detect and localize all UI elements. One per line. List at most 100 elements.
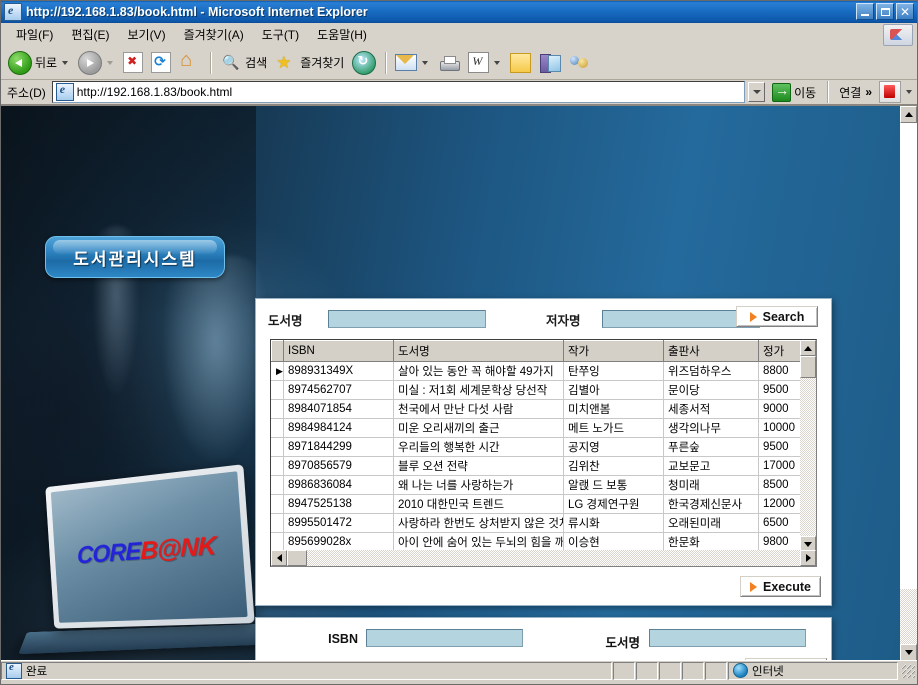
refresh-button[interactable] xyxy=(148,50,174,76)
chevron-down-icon-acrobat[interactable] xyxy=(906,90,912,94)
cell-author[interactable]: 이승현 xyxy=(563,532,664,552)
cell-isbn[interactable]: 8986836084 xyxy=(283,475,394,495)
column-header-isbn[interactable]: ISBN xyxy=(283,340,394,362)
search-button[interactable]: Search xyxy=(736,306,818,327)
address-dropdown-button[interactable] xyxy=(748,82,766,102)
menu-item-tools[interactable]: 도구(T) xyxy=(253,24,308,45)
cell-title[interactable]: 미실 : 저1회 세계문학상 당선작 xyxy=(393,380,564,400)
research-button[interactable] xyxy=(536,50,563,76)
page-scroll-up-button[interactable] xyxy=(900,106,917,123)
cell-publisher[interactable]: 청미래 xyxy=(663,475,759,495)
chevron-down-icon-word[interactable] xyxy=(494,60,501,65)
menu-item-favorites[interactable]: 즐겨찾기(A) xyxy=(175,24,253,45)
cell-author[interactable]: 미치앤봄 xyxy=(563,399,664,419)
search-book-input[interactable] xyxy=(328,310,486,328)
table-row[interactable]: 8995501472 사랑하라 한번도 상처받지 않은 것처럼 류시화 오래된미래 65… xyxy=(271,513,814,533)
cell-author[interactable]: 공지영 xyxy=(563,437,664,457)
cell-isbn[interactable]: 8984071854 xyxy=(283,399,394,419)
cell-publisher[interactable]: 위즈덤하우스 xyxy=(663,361,759,381)
menu-item-file[interactable]: 파일(F) xyxy=(7,24,62,45)
row-selector-cell[interactable] xyxy=(271,437,284,457)
add-button[interactable]: Add xyxy=(745,658,827,660)
cell-publisher[interactable]: 오래된미래 xyxy=(663,513,759,533)
column-header-publisher[interactable]: 출판사 xyxy=(663,340,759,362)
grid-hscroll-thumb[interactable] xyxy=(287,550,307,566)
grid-scroll-up-button[interactable] xyxy=(800,340,816,356)
cell-isbn[interactable]: 895699028x xyxy=(283,532,394,552)
table-row[interactable]: 8986836084 왜 나는 너를 사랑하는가 알랝 드 보통 청미래 8500 xyxy=(271,475,814,495)
address-input[interactable]: http://192.168.1.83/book.html xyxy=(51,81,746,103)
go-button[interactable]: 이동 xyxy=(768,81,820,103)
cell-author[interactable]: 알랝 드 보통 xyxy=(563,475,664,495)
cell-author[interactable]: 김위찬 xyxy=(563,456,664,476)
close-button[interactable]: ✕ xyxy=(896,3,914,20)
chevron-down-icon-forward[interactable] xyxy=(107,60,114,65)
acrobat-icon[interactable] xyxy=(879,81,901,103)
cell-title[interactable]: 우리들의 행복한 시간 xyxy=(393,437,564,457)
row-selector-cell[interactable] xyxy=(271,494,284,514)
table-row[interactable]: 895699028x아이 안에 숨어 있는 두뇌의 힘을 깨우는 법이승현한문화… xyxy=(271,532,814,552)
grid-hscroll-track[interactable] xyxy=(307,550,800,566)
grid-scroll-right-button[interactable] xyxy=(800,550,816,566)
cell-title[interactable]: 천국에서 만난 다섯 사람 xyxy=(393,399,564,419)
table-row[interactable]: ▶ 898931349X 살아 있는 동안 꼭 해야할 49가지 탄쭈잉 위즈덤하우스 8… xyxy=(271,361,814,381)
cell-author[interactable]: 메트 노가드 xyxy=(563,418,664,438)
back-button[interactable]: 뒤로 xyxy=(5,50,73,76)
row-selector-cell[interactable] xyxy=(271,380,284,400)
form-title-input[interactable] xyxy=(649,629,806,647)
row-selector-cell[interactable] xyxy=(271,456,284,476)
cell-publisher[interactable]: 한문화 xyxy=(663,532,759,552)
form-isbn-input[interactable] xyxy=(366,629,523,647)
row-selector-cell[interactable] xyxy=(271,532,284,552)
favorites-toolbar-button[interactable]: 즐겨찾기 xyxy=(272,50,347,76)
cell-isbn[interactable]: 898931349X xyxy=(283,361,394,381)
cell-author[interactable]: LG 경제연구원 xyxy=(563,494,664,514)
chevron-down-icon-mail[interactable] xyxy=(422,60,429,65)
table-row[interactable]: 8974562707 미실 : 저1회 세계문학상 당선작 김별아 문이당 9500 xyxy=(271,380,814,400)
cell-title[interactable]: 살아 있는 동안 꼭 해야할 49가지 xyxy=(393,361,564,381)
cell-publisher[interactable]: 교보문고 xyxy=(663,456,759,476)
grid-scroll-track[interactable] xyxy=(800,378,816,536)
grid-scroll-left-button[interactable] xyxy=(271,550,287,566)
page-scroll-track[interactable] xyxy=(900,589,917,644)
grid-horizontal-scrollbar[interactable] xyxy=(271,550,816,566)
book-grid[interactable]: ISBN 도서명 작가 출판사 정가 ▶ 898931349X 살아 있는 동안 꼭… xyxy=(270,339,817,567)
row-selector-cell[interactable]: ▶ xyxy=(271,361,284,381)
cell-isbn[interactable]: 8974562707 xyxy=(283,380,394,400)
cell-author[interactable]: 김별아 xyxy=(563,380,664,400)
cell-isbn[interactable]: 8984984124 xyxy=(283,418,394,438)
page-scroll-thumb[interactable] xyxy=(900,123,917,589)
cell-title[interactable]: 왜 나는 너를 사랑하는가 xyxy=(393,475,564,495)
cell-isbn[interactable]: 8995501472 xyxy=(283,513,394,533)
history-button[interactable] xyxy=(349,50,379,76)
cell-publisher[interactable]: 한국경제신문사 xyxy=(663,494,759,514)
search-toolbar-button[interactable]: 검색 xyxy=(217,50,270,76)
cell-title[interactable]: 블루 오션 전략 xyxy=(393,456,564,476)
table-row[interactable]: 8971844299 우리들의 행복한 시간 공지영 푸른숲 9500 xyxy=(271,437,814,457)
row-selector-cell[interactable] xyxy=(271,513,284,533)
cell-author[interactable]: 류시화 xyxy=(563,513,664,533)
links-button[interactable]: 연결 » xyxy=(835,84,876,101)
row-selector-cell[interactable] xyxy=(271,399,284,419)
grid-scroll-thumb[interactable] xyxy=(800,356,816,378)
table-row[interactable]: 8970856579 블루 오션 전략 김위찬 교보문고 17000 xyxy=(271,456,814,476)
cell-isbn[interactable]: 8971844299 xyxy=(283,437,394,457)
page-vertical-scrollbar[interactable] xyxy=(900,106,917,660)
minimize-button[interactable] xyxy=(856,3,874,20)
cell-title[interactable]: 아이 안에 숨어 있는 두뇌의 힘을 깨우는 법 xyxy=(393,532,564,552)
table-row[interactable]: 8984984124 미운 오리새끼의 출근 메트 노가드 생각의나무 10000 xyxy=(271,418,814,438)
row-selector-cell[interactable] xyxy=(271,475,284,495)
row-selector-cell[interactable] xyxy=(271,418,284,438)
cell-isbn[interactable]: 8947525138 xyxy=(283,494,394,514)
cell-publisher[interactable]: 푸른숲 xyxy=(663,437,759,457)
chevron-down-icon[interactable] xyxy=(62,60,69,65)
edit-word-button[interactable] xyxy=(465,50,505,76)
menu-item-view[interactable]: 보기(V) xyxy=(118,24,174,45)
cell-isbn[interactable]: 8970856579 xyxy=(283,456,394,476)
mail-button[interactable] xyxy=(392,50,433,76)
cell-title[interactable]: 사랑하라 한번도 상처받지 않은 것처럼 xyxy=(393,513,564,533)
home-button[interactable] xyxy=(176,49,204,76)
column-header-author[interactable]: 작가 xyxy=(563,340,664,362)
cell-title[interactable]: 미운 오리새끼의 출근 xyxy=(393,418,564,438)
forward-button[interactable] xyxy=(75,50,118,76)
